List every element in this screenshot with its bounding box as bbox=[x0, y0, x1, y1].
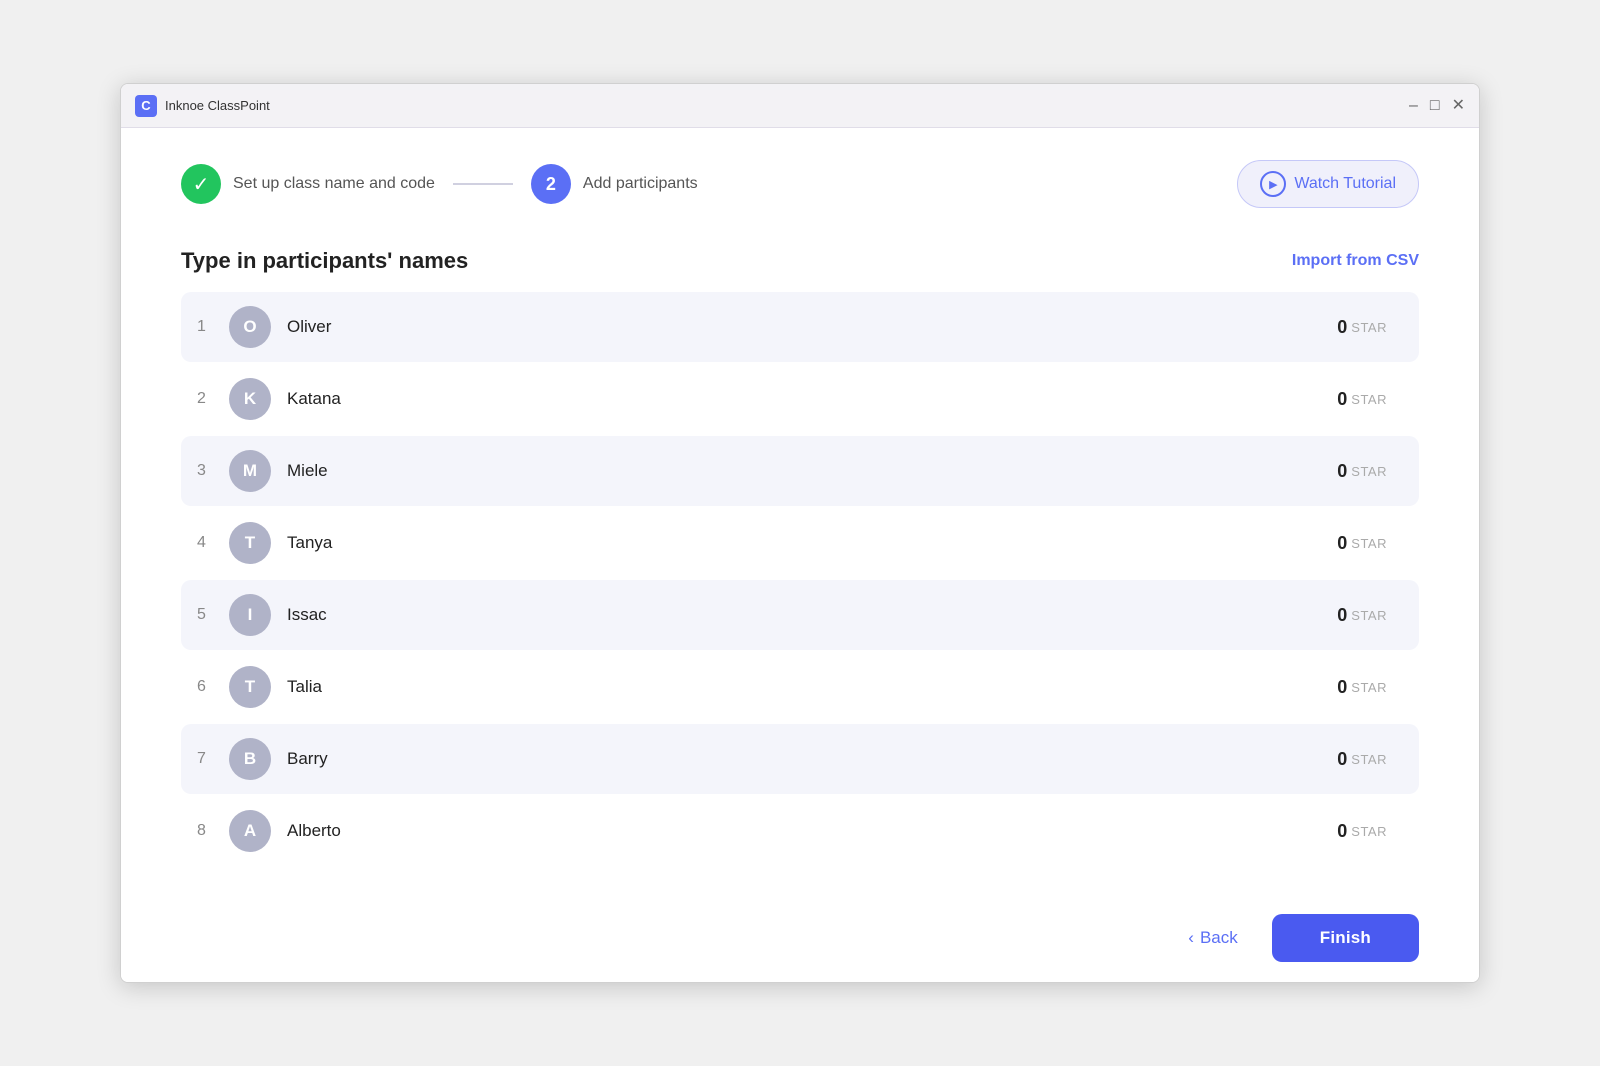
star-label: STAR bbox=[1351, 824, 1387, 839]
avatar: M bbox=[229, 450, 271, 492]
row-number: 3 bbox=[197, 462, 229, 480]
star-count: 0 STAR bbox=[1337, 317, 1387, 338]
footer: ‹ Back Finish bbox=[121, 898, 1479, 982]
table-row[interactable]: 4 T Tanya 0 STAR bbox=[181, 508, 1419, 578]
row-number: 6 bbox=[197, 678, 229, 696]
star-count-number: 0 bbox=[1337, 821, 1347, 842]
maximize-button[interactable]: □ bbox=[1430, 98, 1440, 114]
star-count-number: 0 bbox=[1337, 389, 1347, 410]
avatar: B bbox=[229, 738, 271, 780]
avatar: T bbox=[229, 666, 271, 708]
participant-name: Issac bbox=[287, 605, 1337, 625]
star-label: STAR bbox=[1351, 536, 1387, 551]
app-window: C Inknoe ClassPoint – □ ✕ ✓ Set up class… bbox=[120, 83, 1480, 983]
star-count: 0 STAR bbox=[1337, 389, 1387, 410]
section-header: Type in participants' names Import from … bbox=[181, 248, 1419, 274]
back-label: Back bbox=[1200, 928, 1238, 948]
star-count-number: 0 bbox=[1337, 605, 1347, 626]
star-count-number: 0 bbox=[1337, 533, 1347, 554]
step2-label: Add participants bbox=[583, 175, 698, 193]
participant-name: Barry bbox=[287, 749, 1337, 769]
star-count: 0 STAR bbox=[1337, 533, 1387, 554]
step-divider bbox=[453, 183, 513, 185]
star-count-number: 0 bbox=[1337, 317, 1347, 338]
row-number: 7 bbox=[197, 750, 229, 768]
watch-tutorial-label: Watch Tutorial bbox=[1294, 175, 1396, 193]
table-row[interactable]: 8 A Alberto 0 STAR bbox=[181, 796, 1419, 866]
avatar: A bbox=[229, 810, 271, 852]
table-row[interactable]: 2 K Katana 0 STAR bbox=[181, 364, 1419, 434]
title-bar: C Inknoe ClassPoint – □ ✕ bbox=[121, 84, 1479, 128]
import-csv-link[interactable]: Import from CSV bbox=[1292, 252, 1419, 270]
finish-button[interactable]: Finish bbox=[1272, 914, 1419, 962]
star-count-number: 0 bbox=[1337, 461, 1347, 482]
row-number: 4 bbox=[197, 534, 229, 552]
app-title: Inknoe ClassPoint bbox=[165, 98, 1409, 113]
participant-name: Oliver bbox=[287, 317, 1337, 337]
window-controls: – □ ✕ bbox=[1409, 98, 1465, 114]
avatar: O bbox=[229, 306, 271, 348]
minimize-button[interactable]: – bbox=[1409, 98, 1418, 114]
main-content: ✓ Set up class name and code 2 Add parti… bbox=[121, 128, 1479, 898]
participant-name: Katana bbox=[287, 389, 1337, 409]
row-number: 2 bbox=[197, 390, 229, 408]
step1-done-icon: ✓ bbox=[181, 164, 221, 204]
step-1: ✓ Set up class name and code bbox=[181, 164, 435, 204]
stepper-steps: ✓ Set up class name and code 2 Add parti… bbox=[181, 164, 698, 204]
section-title: Type in participants' names bbox=[181, 248, 468, 274]
back-chevron-icon: ‹ bbox=[1188, 928, 1194, 948]
table-row[interactable]: 3 M Miele 0 STAR bbox=[181, 436, 1419, 506]
step1-label: Set up class name and code bbox=[233, 175, 435, 193]
participant-name: Alberto bbox=[287, 821, 1337, 841]
participant-name: Talia bbox=[287, 677, 1337, 697]
table-row[interactable]: 5 I Issac 0 STAR bbox=[181, 580, 1419, 650]
back-button[interactable]: ‹ Back bbox=[1170, 918, 1255, 958]
table-row[interactable]: 7 B Barry 0 STAR bbox=[181, 724, 1419, 794]
row-number: 8 bbox=[197, 822, 229, 840]
participant-name: Tanya bbox=[287, 533, 1337, 553]
star-label: STAR bbox=[1351, 320, 1387, 335]
row-number: 1 bbox=[197, 318, 229, 336]
star-count: 0 STAR bbox=[1337, 821, 1387, 842]
step-2: 2 Add participants bbox=[531, 164, 698, 204]
avatar: T bbox=[229, 522, 271, 564]
row-number: 5 bbox=[197, 606, 229, 624]
close-button[interactable]: ✕ bbox=[1452, 98, 1465, 114]
table-row[interactable]: 1 O Oliver 0 STAR bbox=[181, 292, 1419, 362]
watch-tutorial-button[interactable]: ▶ Watch Tutorial bbox=[1237, 160, 1419, 208]
star-label: STAR bbox=[1351, 464, 1387, 479]
star-count-number: 0 bbox=[1337, 677, 1347, 698]
avatar: I bbox=[229, 594, 271, 636]
star-count-number: 0 bbox=[1337, 749, 1347, 770]
step2-number-badge: 2 bbox=[531, 164, 571, 204]
play-icon: ▶ bbox=[1260, 171, 1286, 197]
star-count: 0 STAR bbox=[1337, 677, 1387, 698]
participants-list[interactable]: 1 O Oliver 0 STAR 2 K Katana 0 STAR 3 M … bbox=[181, 292, 1419, 874]
star-label: STAR bbox=[1351, 392, 1387, 407]
table-row[interactable]: 6 T Talia 0 STAR bbox=[181, 652, 1419, 722]
star-count: 0 STAR bbox=[1337, 605, 1387, 626]
app-logo: C bbox=[135, 95, 157, 117]
star-count: 0 STAR bbox=[1337, 461, 1387, 482]
star-label: STAR bbox=[1351, 752, 1387, 767]
star-count: 0 STAR bbox=[1337, 749, 1387, 770]
stepper: ✓ Set up class name and code 2 Add parti… bbox=[181, 160, 1419, 208]
star-label: STAR bbox=[1351, 608, 1387, 623]
avatar: K bbox=[229, 378, 271, 420]
star-label: STAR bbox=[1351, 680, 1387, 695]
participant-name: Miele bbox=[287, 461, 1337, 481]
